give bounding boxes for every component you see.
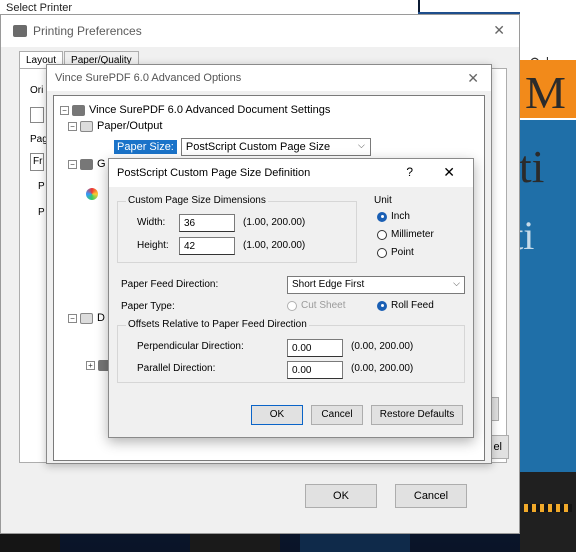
close-icon[interactable]: ✕ <box>443 164 455 181</box>
orientation-field[interactable] <box>30 107 44 123</box>
dialog-title: PostScript Custom Page Size Definition <box>117 167 311 179</box>
group-title: Custom Page Size Dimensions <box>126 195 268 206</box>
radio-dot <box>287 300 297 311</box>
cancel-button[interactable]: Cancel <box>311 405 363 425</box>
paper-feed-select[interactable]: Short Edge First ⌵ <box>287 276 465 294</box>
building-windows <box>524 504 572 512</box>
chevron-down-icon: ⌵ <box>453 278 460 288</box>
paper-feed-value: Short Edge First <box>292 279 365 290</box>
paper-type-roll-feed-radio[interactable]: Roll Feed <box>377 300 434 311</box>
width-label: Width: <box>137 217 166 228</box>
chevron-down-icon: ⌵ <box>358 140 365 150</box>
tree-item-paper-output[interactable]: − Paper/Output <box>68 120 162 132</box>
unit-millimeter-radio[interactable]: Millimeter <box>377 229 434 240</box>
paper-type-cut-sheet-radio[interactable]: Cut Sheet <box>287 300 345 311</box>
paper-size-select[interactable]: PostScript Custom Page Size ⌵ <box>180 138 371 156</box>
ok-button[interactable]: OK <box>305 484 377 508</box>
tree-item-label: Paper/Output <box>97 120 163 132</box>
restore-defaults-button[interactable]: Restore Defaults <box>371 405 463 425</box>
help-icon[interactable]: ? <box>406 165 413 179</box>
perpendicular-range: (0.00, 200.00) <box>351 341 414 352</box>
cancel-button[interactable]: Cancel <box>395 484 467 508</box>
unit-point-radio[interactable]: Point <box>377 247 414 258</box>
radio-label: Inch <box>391 211 410 222</box>
printer-icon <box>72 104 85 116</box>
graphic-icon <box>80 158 93 170</box>
group-title: Unit <box>372 195 394 206</box>
advanced-options-title: Vince SurePDF 6.0 Advanced Options <box>55 72 242 84</box>
width-input[interactable]: 36 <box>179 214 235 232</box>
parallel-input[interactable]: 0.00 <box>287 361 343 379</box>
height-label: Height: <box>137 240 169 251</box>
group-title: Offsets Relative to Paper Feed Direction <box>126 319 309 330</box>
perpendicular-label: Perpendicular Direction: <box>137 341 244 352</box>
width-range: (1.00, 200.00) <box>243 217 306 228</box>
tree-root-label: Vince SurePDF 6.0 Advanced Document Sett… <box>89 104 331 116</box>
radio-label: Point <box>391 247 414 258</box>
parallel-label: Parallel Direction: <box>137 363 216 374</box>
tree-item-color[interactable] <box>86 188 98 200</box>
orientation-label: Ori <box>30 85 44 96</box>
building <box>520 472 576 552</box>
radio-dot <box>377 247 387 258</box>
height-range: (1.00, 200.00) <box>243 240 306 251</box>
collapse-icon[interactable]: − <box>68 159 77 169</box>
document-options-icon <box>80 312 93 324</box>
printer-icon <box>13 25 27 37</box>
expand-icon[interactable]: + <box>86 361 95 370</box>
radio-label: Millimeter <box>391 229 434 240</box>
radio-label: Cut Sheet <box>301 300 346 311</box>
printing-preferences-title: Printing Preferences <box>33 24 142 38</box>
option-label: P <box>38 181 45 192</box>
tree-root[interactable]: − Vince SurePDF 6.0 Advanced Document Se… <box>60 104 330 116</box>
color-icon <box>86 188 98 200</box>
dimensions-group: Custom Page Size Dimensions <box>117 195 357 263</box>
collapse-icon[interactable]: − <box>68 313 77 323</box>
tree-item-label: D <box>97 312 105 324</box>
collapse-icon[interactable]: − <box>60 105 69 115</box>
paper-type-label: Paper Type: <box>121 301 175 312</box>
perpendicular-input[interactable]: 0.00 <box>287 339 343 357</box>
custom-page-size-titlebar: PostScript Custom Page Size Definition <box>109 159 473 187</box>
paper-size-value: PostScript Custom Page Size <box>185 141 331 153</box>
radio-dot <box>377 300 387 311</box>
document-icon <box>80 120 93 132</box>
paper-feed-label: Paper Feed Direction: <box>121 279 219 290</box>
tree-item-document-options[interactable]: − D <box>68 312 105 324</box>
tree-item-graphic[interactable]: − G <box>68 158 106 170</box>
paper-size-label: Paper Size: <box>114 140 177 154</box>
unit-inch-radio[interactable]: Inch <box>377 211 410 222</box>
collapse-icon[interactable]: − <box>68 121 77 131</box>
tree-item-label: G <box>97 158 106 170</box>
printing-preferences-titlebar: Printing Preferences <box>1 15 519 47</box>
advanced-options-titlebar: Vince SurePDF 6.0 Advanced Options <box>47 65 491 91</box>
tree-item-paper-size[interactable]: Paper Size: PostScript Custom Page Size … <box>114 138 371 156</box>
option-label: P <box>38 207 45 218</box>
close-icon[interactable]: ✕ <box>493 22 505 39</box>
ok-button[interactable]: OK <box>251 405 303 425</box>
radio-dot <box>377 211 387 222</box>
slide-text-1: M <box>525 67 566 118</box>
parallel-range: (0.00, 200.00) <box>351 363 414 374</box>
radio-dot <box>377 229 387 240</box>
pages-field[interactable]: Fr <box>30 153 44 171</box>
custom-page-size-dialog: PostScript Custom Page Size Definition ?… <box>108 158 474 438</box>
radio-label: Roll Feed <box>391 300 434 311</box>
height-input[interactable]: 42 <box>179 237 235 255</box>
close-icon[interactable]: ✕ <box>467 70 479 87</box>
